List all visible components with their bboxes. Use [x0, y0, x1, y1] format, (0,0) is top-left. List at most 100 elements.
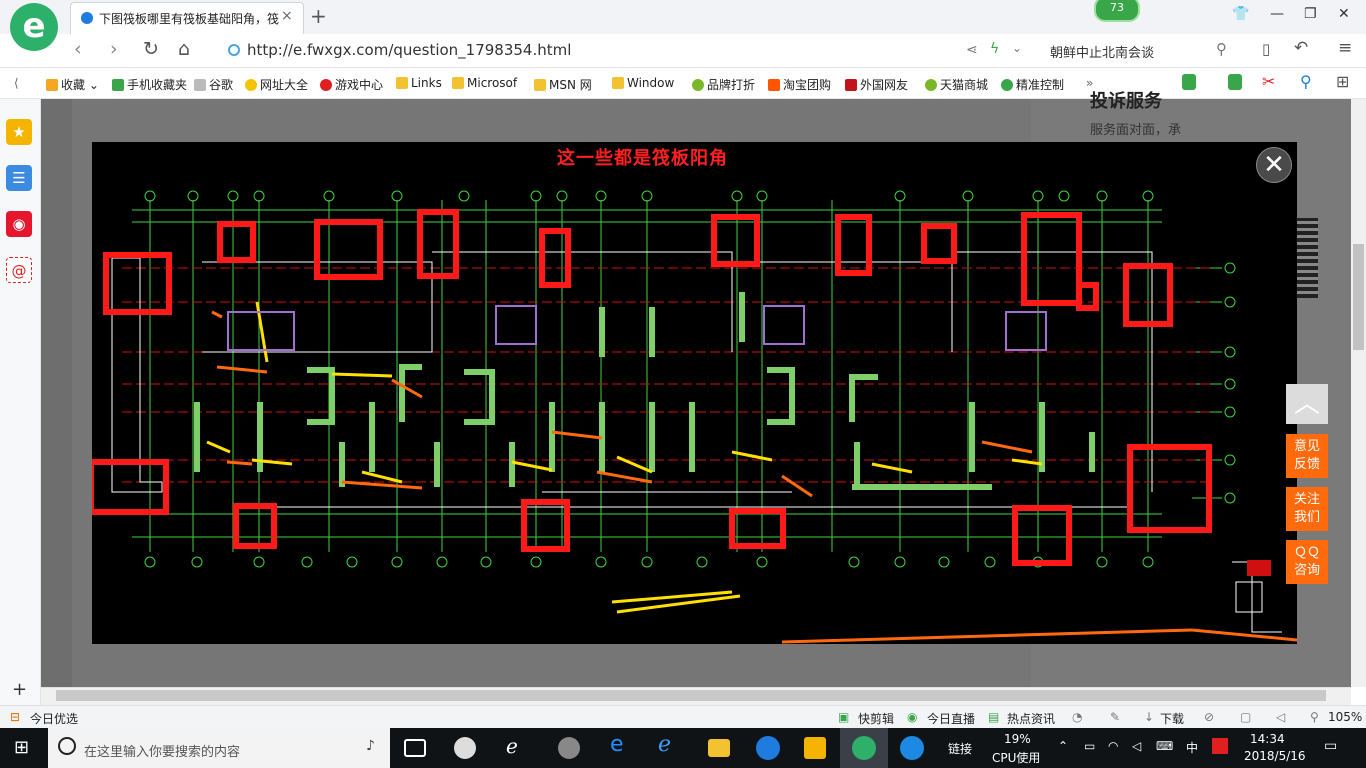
search-input[interactable]: 朝鲜中止北南会谈: [1050, 42, 1154, 61]
zoom-level[interactable]: 105%: [1328, 710, 1362, 724]
bookmark-label: 谷歌: [209, 78, 234, 92]
ie-app-icon[interactable]: ℯ: [658, 732, 684, 757]
action-center-icon[interactable]: ▭: [1324, 738, 1337, 754]
bookmark-item[interactable]: 收藏 ⌄: [46, 76, 99, 93]
status-item[interactable]: 今日直播: [927, 710, 975, 727]
task-view-icon[interactable]: [404, 739, 426, 757]
tab-close-button[interactable]: ×: [281, 8, 293, 24]
volume-icon[interactable]: ◁: [1132, 739, 1141, 753]
download-button[interactable]: 下载: [1160, 710, 1184, 727]
image-viewer: [92, 142, 1297, 644]
microphone-icon[interactable]: ♪: [366, 738, 375, 754]
live-icon: ◉: [907, 710, 918, 724]
notes-app-icon[interactable]: [804, 737, 826, 759]
reader-icon[interactable]: ☰: [6, 165, 32, 191]
follow-us-button[interactable]: 关注 我们: [1286, 487, 1328, 531]
menu-icon[interactable]: ≡: [1338, 38, 1352, 58]
wifi-icon[interactable]: ◠: [1108, 739, 1118, 753]
new-tab-button[interactable]: +: [310, 4, 327, 28]
feedback-button[interactable]: 意见 反馈: [1286, 434, 1328, 478]
bookmark-label: Window: [627, 76, 675, 90]
back-to-top-button[interactable]: ︿: [1286, 384, 1328, 424]
pinwheel-app-icon[interactable]: [454, 737, 476, 759]
g-app-icon[interactable]: [756, 736, 780, 760]
edge-app-icon[interactable]: e: [610, 732, 636, 757]
clock-time[interactable]: 14:34: [1250, 732, 1285, 746]
lightning-icon[interactable]: ϟ: [990, 41, 999, 57]
ime-indicator[interactable]: 中: [1186, 739, 1198, 756]
360-app-icon[interactable]: [558, 737, 580, 759]
notification-badge[interactable]: 73: [1094, 0, 1140, 22]
qr-code: [1296, 218, 1318, 298]
horizontal-scroll-thumb[interactable]: [56, 690, 1326, 701]
bookmarks-collapse-icon[interactable]: ⟨: [14, 76, 19, 90]
keyboard-icon[interactable]: ⌨: [1156, 739, 1173, 753]
bookmark-item[interactable]: 淘宝团购: [768, 76, 831, 93]
file-explorer-icon[interactable]: [708, 739, 730, 757]
tray-chevron-icon[interactable]: ⌃: [1058, 739, 1068, 753]
browser-logo-icon[interactable]: e: [10, 3, 58, 51]
search-icon[interactable]: ⚲: [1300, 72, 1312, 91]
mail-icon[interactable]: @: [6, 257, 32, 283]
search-icon[interactable]: ⚲: [1216, 40, 1227, 58]
bookmark-item[interactable]: 谷歌: [194, 76, 233, 93]
links-toolbar[interactable]: 链接: [948, 740, 972, 757]
apps-grid-icon[interactable]: ⊞: [1336, 72, 1349, 91]
bookmark-item[interactable]: 网址大全: [245, 76, 308, 93]
add-sidebar-icon[interactable]: +: [12, 679, 27, 700]
sound-icon[interactable]: ◁: [1276, 710, 1285, 724]
bookmark-item[interactable]: 外国网友: [845, 76, 908, 93]
bookmark-item[interactable]: 手机收藏夹: [112, 76, 187, 93]
forward-icon[interactable]: ›: [110, 38, 118, 60]
shield-icon[interactable]: [1182, 74, 1196, 90]
image-caption: 这一些都是筏板阳角: [557, 148, 728, 169]
skin-button[interactable]: 👕: [1232, 6, 1249, 22]
window-icon[interactable]: ▢: [1240, 710, 1251, 724]
bookmark-label: Links: [411, 76, 442, 90]
bookmark-item[interactable]: Window: [612, 76, 674, 90]
bookmark-item[interactable]: Microsof: [452, 76, 517, 90]
speed-icon[interactable]: ◔: [1072, 710, 1082, 724]
daily-picks-link[interactable]: 今日优选: [30, 710, 78, 727]
address-bar: ‹ › ↻ ⌂ http://e.fwxgx.com/question_1798…: [0, 34, 1366, 68]
url-field[interactable]: http://e.fwxgx.com/question_1798354.html: [247, 41, 571, 59]
status-item[interactable]: 快剪辑: [858, 710, 894, 727]
windows-start-icon[interactable]: ⊞: [14, 737, 29, 758]
back-icon[interactable]: ‹: [74, 38, 82, 60]
bookmark-item[interactable]: MSN 网: [534, 76, 592, 93]
phone-icon[interactable]: ▯: [1262, 40, 1270, 58]
undo-icon[interactable]: ↶: [1294, 38, 1308, 58]
bookmark-item[interactable]: Links: [396, 76, 442, 90]
close-window-button[interactable]: ✕: [1338, 6, 1350, 22]
tab-active[interactable]: 下图筏板哪里有筏板基础阳角，筏 ×: [70, 2, 304, 34]
battery-icon[interactable]: ▭: [1084, 739, 1095, 753]
favorites-icon[interactable]: ★: [6, 119, 32, 145]
minimize-button[interactable]: —: [1270, 6, 1284, 22]
taskbar: ⊞ ♪ 在这里输入你要搜索的内容 ℯ e ℯ 链接 19% CPU使用 ⌃ ▭ …: [0, 728, 1366, 768]
bookmark-item[interactable]: 游戏中心: [320, 76, 383, 93]
bookmark-item[interactable]: 精准控制: [1001, 76, 1064, 93]
clock-date[interactable]: 2018/5/16: [1244, 749, 1306, 763]
weibo-icon[interactable]: ◉: [6, 211, 32, 237]
folder-icon: [612, 77, 624, 89]
chevron-down-icon[interactable]: ⌄: [1012, 41, 1022, 55]
refresh-icon[interactable]: ↻: [143, 38, 159, 60]
add-app-icon[interactable]: [900, 736, 924, 760]
qq-consult-button[interactable]: ＱＱ 咨询: [1286, 540, 1328, 584]
scissors-icon[interactable]: ✂: [1262, 72, 1275, 91]
home-icon[interactable]: ⌂: [178, 38, 190, 60]
bookmark-item[interactable]: 品牌打折: [692, 76, 755, 93]
close-viewer-button[interactable]: ✕: [1256, 147, 1292, 183]
sogou-icon[interactable]: [1212, 738, 1228, 754]
status-item[interactable]: 热点资讯: [1007, 710, 1055, 727]
vertical-scroll-thumb[interactable]: [1353, 244, 1364, 350]
share-icon[interactable]: ⋖: [966, 42, 978, 58]
clean-icon[interactable]: ⊘: [1204, 710, 1214, 724]
extension-icon[interactable]: [1228, 74, 1242, 90]
browser-app-icon[interactable]: ℯ: [506, 734, 532, 758]
maximize-button[interactable]: ❐: [1304, 6, 1317, 22]
vertical-scrollbar[interactable]: [1351, 99, 1366, 687]
browser-logo-icon: [852, 736, 876, 760]
bookmark-item[interactable]: 天猫商城: [925, 76, 988, 93]
pin-icon[interactable]: ✎: [1110, 710, 1120, 724]
